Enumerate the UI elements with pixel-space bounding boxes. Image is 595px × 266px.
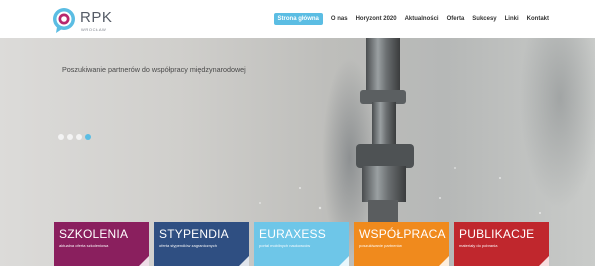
logo[interactable]: RPK WROCŁAW [51,7,115,35]
corner-fold-icon [339,256,349,266]
corner-fold-icon [239,256,249,266]
nav-news[interactable]: Aktualności [405,13,439,25]
slider-dot[interactable] [76,134,82,140]
nav-offer[interactable]: Oferta [447,13,465,25]
site-header: RPK WROCŁAW Strona główna O nas Horyzont… [0,0,595,38]
tile-title: SZKOLENIA [59,227,129,241]
slider-dot[interactable] [58,134,64,140]
logo-text: RPK [80,9,113,26]
nav-successes[interactable]: Sukcesy [472,13,496,25]
corner-fold-icon [439,256,449,266]
tile-subtitle: aktualna oferta szkoleniowa [59,243,109,248]
nav-links[interactable]: Linki [505,13,519,25]
nav-horizon-2020[interactable]: Horyzont 2020 [356,13,397,25]
main-nav: Strona główna O nas Horyzont 2020 Aktual… [273,13,549,25]
tile-euraxess[interactable]: EURAXESS portal mobilnych naukowców [254,222,349,266]
tile-szkolenia[interactable]: SZKOLENIA aktualna oferta szkoleniowa [54,222,149,266]
nav-about[interactable]: O nas [331,13,348,25]
nav-contact[interactable]: Kontakt [527,13,549,25]
nav-home[interactable]: Strona główna [273,13,323,25]
tile-subtitle: poszukiwanie partnerów [359,243,402,248]
hero-headline: Poszukiwanie partnerów do współpracy mię… [62,65,246,74]
tile-subtitle: oferta stypendiów zagranicznych [159,243,218,248]
logo-subtext: WROCŁAW [81,27,107,32]
slider-dot[interactable] [67,134,73,140]
corner-fold-icon [539,256,549,266]
tile-subtitle: portal mobilnych naukowców [259,243,311,248]
tile-title: PUBLIKACJE [459,227,535,241]
feature-tiles: SZKOLENIA aktualna oferta szkoleniowa ST… [0,222,595,266]
tile-subtitle: materiały do pobrania [459,243,498,248]
tile-publikacje[interactable]: PUBLIKACJE materiały do pobrania [454,222,549,266]
slider-dots [58,134,94,140]
tile-title: EURAXESS [259,227,326,241]
tile-title: STYPENDIA [159,227,229,241]
tile-stypendia[interactable]: STYPENDIA oferta stypendiów zagranicznyc… [154,222,249,266]
tile-wspolpraca[interactable]: WSPÓŁPRACA poszukiwanie partnerów [354,222,449,266]
tile-title: WSPÓŁPRACA [359,227,446,241]
logo-icon [53,8,75,33]
slider-dot-active[interactable] [85,134,91,140]
corner-fold-icon [139,256,149,266]
